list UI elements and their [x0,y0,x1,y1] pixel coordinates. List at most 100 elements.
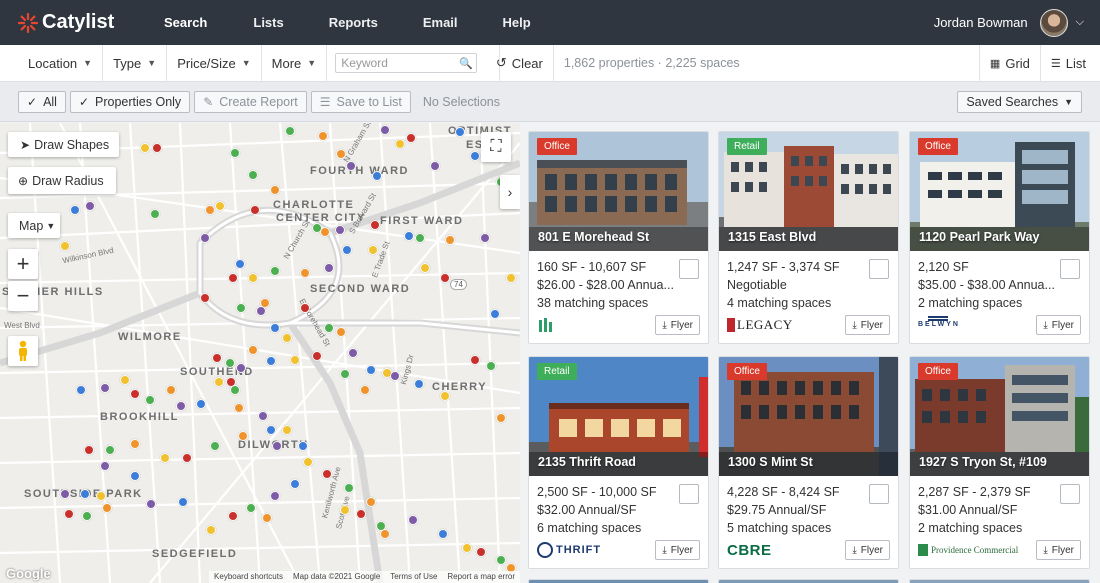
property-map-pin[interactable] [250,205,260,215]
property-map-pin[interactable] [336,149,346,159]
property-photo[interactable]: Retail 2135 Thrift Road [529,357,708,476]
report-error-link[interactable]: Report a map error [442,571,520,583]
listing-card[interactable]: Office 1927 S Tryon St, #109 2,287 SF - … [909,356,1090,569]
keyboard-shortcuts-link[interactable]: Keyboard shortcuts [209,571,288,583]
property-map-pin[interactable] [366,365,376,375]
property-map-pin[interactable] [496,413,506,423]
property-map-pin[interactable] [212,353,222,363]
property-map-pin[interactable] [324,263,334,273]
property-address[interactable]: 1120 Pearl Park Way [919,230,1039,244]
property-map-pin[interactable] [262,513,272,523]
grid-view-button[interactable]: ▦ Grid [978,45,1040,82]
property-map-pin[interactable] [238,431,248,441]
property-map-pin[interactable] [236,303,246,313]
property-address[interactable]: 1927 S Tryon St, #109 [919,455,1047,469]
property-map-pin[interactable] [270,185,280,195]
property-map-pin[interactable] [414,379,424,389]
draw-shapes-button[interactable]: ➤ Draw Shapes [8,132,119,157]
fullscreen-button[interactable]: ⛶ [481,132,511,162]
property-map-pin[interactable] [270,266,280,276]
property-map-pin[interactable] [248,273,258,283]
property-map-pin[interactable] [120,375,130,385]
property-map-pin[interactable] [230,148,240,158]
property-map-pin[interactable] [84,445,94,455]
property-map-pin[interactable] [368,245,378,255]
property-map-pin[interactable] [506,273,516,283]
saved-searches-button[interactable]: Saved Searches ▼ [957,91,1082,113]
property-map-pin[interactable] [270,323,280,333]
property-map-pin[interactable] [440,391,450,401]
terms-link[interactable]: Terms of Use [385,571,442,583]
property-map-pin[interactable] [130,471,140,481]
property-map-pin[interactable] [130,389,140,399]
property-map-pin[interactable] [258,411,268,421]
flyer-button[interactable]: ⤓ Flyer [655,315,700,335]
property-map-pin[interactable] [312,351,322,361]
property-map-pin[interactable] [215,201,225,211]
user-menu[interactable]: Jordan Bowman ⌵ [934,0,1084,45]
property-address[interactable]: 1300 S Mint St [728,455,813,469]
property-map-pin[interactable] [496,555,506,565]
property-photo[interactable]: Office 801 E Morehead St [529,132,708,251]
listing-card[interactable]: Office 1300 S Mint St 4,228 SF - 8,424 S… [718,356,899,569]
listing-card[interactable] [528,579,709,583]
property-map-pin[interactable] [266,425,276,435]
properties-only-button[interactable]: ✓ Properties Only [69,90,191,113]
property-map-pin[interactable] [462,543,472,553]
property-map-pin[interactable] [234,403,244,413]
property-map-pin[interactable] [140,143,150,153]
listing-card[interactable]: Retail 1315 East Blvd 1,247 SF - 3,374 S… [718,131,899,344]
draw-radius-button[interactable]: ⊕ Draw Radius [8,167,116,194]
property-map-pin[interactable] [344,483,354,493]
property-map-pin[interactable] [282,425,292,435]
property-map-pin[interactable] [200,293,210,303]
property-map-pin[interactable] [440,273,450,283]
keyword-input[interactable] [335,53,478,73]
property-map-pin[interactable] [322,469,332,479]
property-map-pin[interactable] [248,345,258,355]
property-map-pin[interactable] [380,125,390,135]
property-map-pin[interactable] [266,356,276,366]
property-map-pin[interactable] [476,547,486,557]
property-map-pin[interactable] [470,151,480,161]
nav-email[interactable]: Email [423,15,458,30]
property-map-pin[interactable] [282,333,292,343]
select-all-button[interactable]: ✓ All [18,90,66,113]
property-map-pin[interactable] [272,441,282,451]
property-map-pin[interactable] [228,273,238,283]
property-map-pin[interactable] [430,161,440,171]
property-map-pin[interactable] [348,348,358,358]
collapse-panel-button[interactable]: › [500,175,520,209]
property-map-pin[interactable] [102,503,112,513]
property-map-pin[interactable] [290,355,300,365]
property-map-pin[interactable] [370,220,380,230]
property-map-pin[interactable] [340,505,350,515]
listing-card[interactable]: Office 801 E Morehead St 160 SF - 10,607… [528,131,709,344]
property-map-pin[interactable] [336,327,346,337]
property-photo[interactable]: Office 1927 S Tryon St, #109 [910,357,1089,476]
chevron-down-icon[interactable]: ⌵ [1076,16,1084,29]
flyer-button[interactable]: ⤓ Flyer [845,540,890,560]
price-size-filter[interactable]: Price/Size ▼ [167,44,262,82]
property-map-pin[interactable] [82,511,92,521]
listing-card[interactable]: Office 1120 Pearl Park Way 2,120 SF $35.… [909,131,1090,344]
property-map-pin[interactable] [360,385,370,395]
property-map-pin[interactable] [200,233,210,243]
property-map-pin[interactable] [76,385,86,395]
property-map-pin[interactable] [480,233,490,243]
property-map-pin[interactable] [214,377,224,387]
property-map-pin[interactable] [100,461,110,471]
property-map-pin[interactable] [146,499,156,509]
property-map-pin[interactable] [390,371,400,381]
property-map-pin[interactable] [176,401,186,411]
nav-help[interactable]: Help [503,15,531,30]
catylist-logo[interactable]: Catylist [18,11,128,34]
property-map-pin[interactable] [236,363,246,373]
nav-search[interactable]: Search [164,15,207,30]
property-map-pin[interactable] [70,205,80,215]
save-to-list-button[interactable]: ☰ Save to List [310,90,411,113]
property-map-pin[interactable] [248,170,258,180]
property-photo[interactable]: Office 1300 S Mint St [719,357,898,476]
listing-card[interactable] [909,579,1090,583]
search-icon[interactable]: 🔍 [459,57,473,70]
